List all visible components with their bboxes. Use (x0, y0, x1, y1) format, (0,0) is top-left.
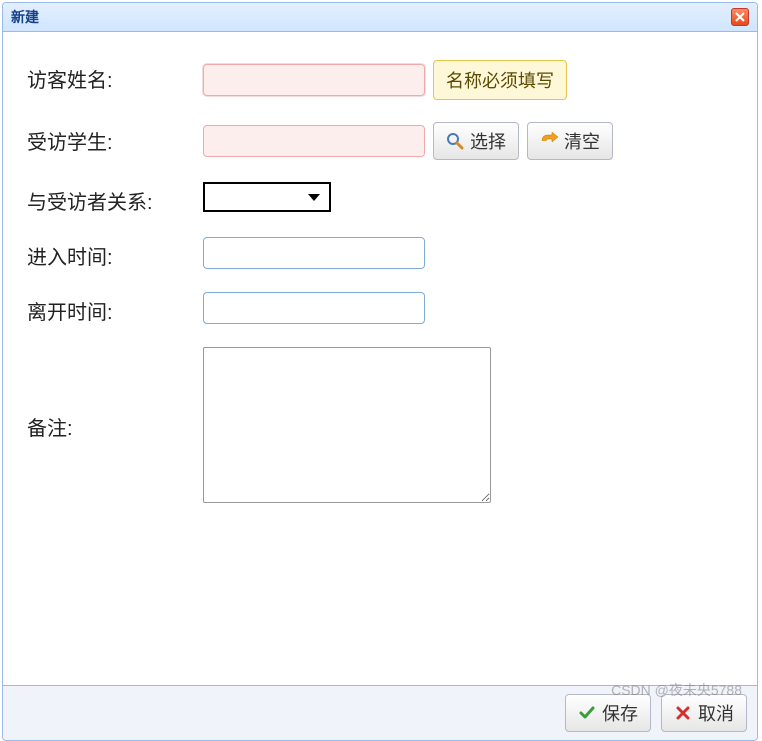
row-visitor-name: 访客姓名: 名称必须填写 (27, 60, 733, 100)
leave-time-input[interactable] (212, 299, 419, 317)
search-icon (446, 132, 464, 150)
enter-time-input[interactable] (212, 244, 419, 262)
close-icon (735, 12, 745, 22)
cross-icon (674, 704, 692, 722)
leave-time-wrapper: 12 (203, 292, 425, 324)
dialog-footer: 保存 取消 (3, 685, 757, 740)
dialog-window: 新建 访客姓名: 名称必须填写 受访学生: 选择 (2, 2, 758, 741)
arrow-icon (540, 132, 558, 150)
label-student: 受访学生: (27, 122, 203, 155)
dialog-title: 新建 (11, 7, 39, 27)
row-relation: 与受访者关系: (27, 182, 733, 215)
field-leave-time: 12 (203, 292, 425, 324)
relation-select[interactable] (203, 182, 331, 212)
row-student: 受访学生: 选择 清空 (27, 122, 733, 160)
label-visitor-name: 访客姓名: (27, 60, 203, 93)
label-remark: 备注: (27, 347, 203, 441)
label-relation: 与受访者关系: (27, 182, 203, 215)
field-visitor-name: 名称必须填写 (203, 60, 567, 100)
cancel-button-label: 取消 (698, 700, 734, 726)
student-input[interactable] (203, 125, 425, 157)
row-enter-time: 进入时间: 12 (27, 237, 733, 270)
row-leave-time: 离开时间: 12 (27, 292, 733, 325)
select-button[interactable]: 选择 (433, 122, 519, 160)
field-enter-time: 12 (203, 237, 425, 269)
clear-button[interactable]: 清空 (527, 122, 613, 160)
form-body: 访客姓名: 名称必须填写 受访学生: 选择 (3, 32, 757, 685)
titlebar: 新建 (3, 3, 757, 32)
visitor-name-input[interactable] (203, 64, 425, 96)
check-icon (578, 704, 596, 722)
cancel-button[interactable]: 取消 (661, 694, 747, 732)
clear-button-label: 清空 (564, 128, 600, 154)
label-leave-time: 离开时间: (27, 292, 203, 325)
remark-textarea[interactable] (203, 347, 491, 503)
enter-time-wrapper: 12 (203, 237, 425, 269)
field-relation (203, 182, 331, 212)
close-button[interactable] (731, 8, 749, 26)
row-remark: 备注: (27, 347, 733, 503)
validation-tooltip: 名称必须填写 (433, 60, 567, 100)
select-button-label: 选择 (470, 128, 506, 154)
field-remark (203, 347, 491, 503)
label-enter-time: 进入时间: (27, 237, 203, 270)
save-button[interactable]: 保存 (565, 694, 651, 732)
save-button-label: 保存 (602, 700, 638, 726)
field-student: 选择 清空 (203, 122, 613, 160)
